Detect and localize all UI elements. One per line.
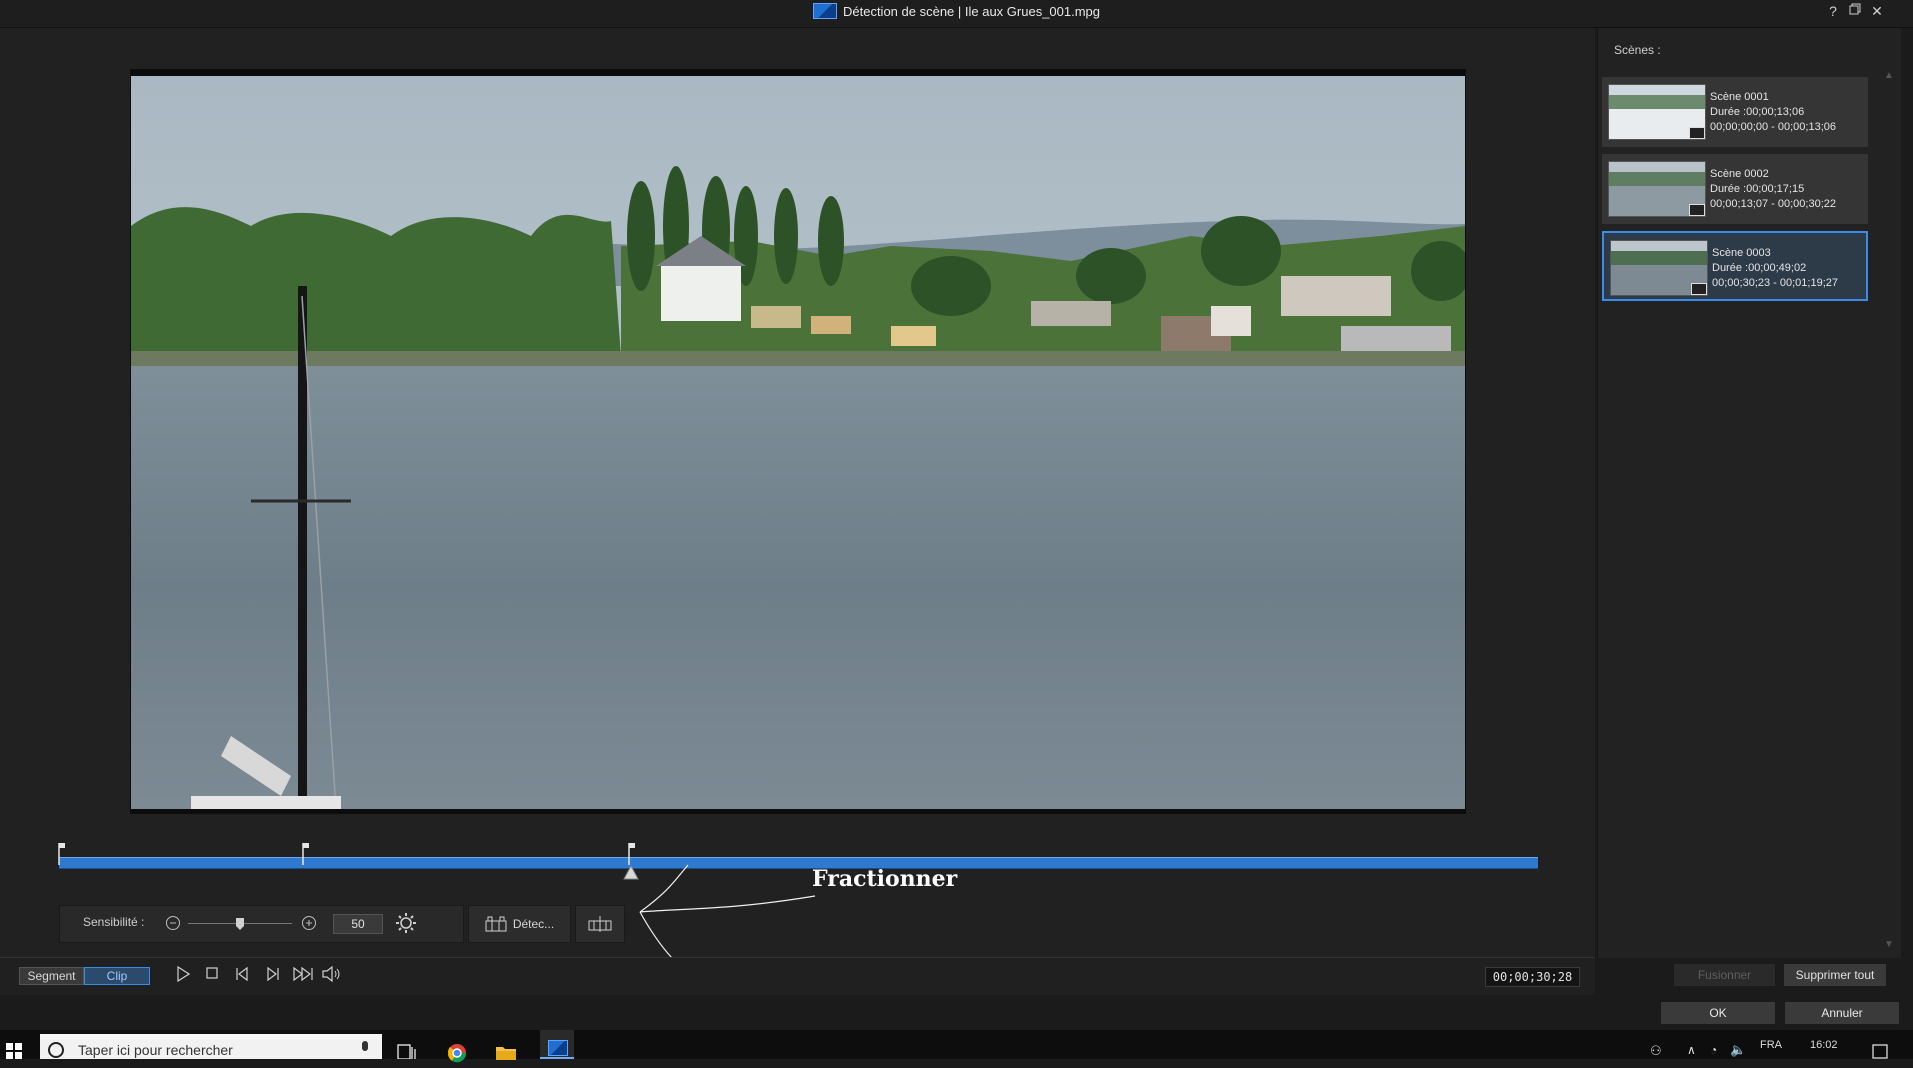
volume-button[interactable] bbox=[321, 965, 343, 986]
scene-duration: Durée :00;00;13;06 bbox=[1710, 106, 1805, 118]
scene-range: 00;00;00;00 - 00;00;13;06 bbox=[1710, 121, 1836, 133]
annotation-label: Fractionner bbox=[812, 866, 958, 892]
merge-button[interactable]: Fusionner bbox=[1673, 963, 1776, 987]
video-frame-image bbox=[131, 76, 1465, 809]
minus-circle-icon[interactable] bbox=[165, 915, 181, 931]
delete-all-button[interactable]: Supprimer tout bbox=[1783, 963, 1887, 987]
stop-icon bbox=[206, 967, 218, 979]
people-icon[interactable]: ⚇ bbox=[1650, 1043, 1662, 1059]
play-button[interactable] bbox=[172, 965, 194, 986]
detect-button[interactable]: Détec... bbox=[468, 905, 571, 943]
window-title: Détection de scène | Ile aux Grues_001.m… bbox=[842, 3, 1101, 19]
segment-toggle[interactable]: Segment bbox=[19, 967, 84, 985]
scene-card[interactable]: Scène 0002 Durée :00;00;17;15 00;00;13;07 … bbox=[1602, 154, 1868, 224]
scroll-up-icon[interactable]: ▲ bbox=[1883, 70, 1895, 81]
restore-button[interactable] bbox=[1844, 2, 1866, 20]
scene-range: 00;00;13;07 - 00;00;30;22 bbox=[1710, 198, 1836, 210]
prev-frame-icon bbox=[236, 966, 248, 982]
scenes-header: Scènes : bbox=[1614, 43, 1661, 57]
chrome-icon[interactable] bbox=[447, 1043, 467, 1063]
timecode-display: 00;00;30;28 bbox=[1485, 967, 1580, 987]
scene-range: 00;00;30;23 - 00;01;19;27 bbox=[1712, 277, 1838, 289]
language-indicator[interactable]: FRA bbox=[1760, 1039, 1782, 1051]
scenes-scrollbar[interactable]: ▲ ▼ bbox=[1883, 70, 1895, 950]
sensitivity-value-field[interactable]: 50 bbox=[333, 914, 383, 934]
ok-button[interactable]: OK bbox=[1660, 1001, 1776, 1025]
app-logo-icon bbox=[812, 3, 837, 19]
fast-forward-button[interactable] bbox=[292, 966, 314, 986]
clock[interactable]: 16:02 bbox=[1810, 1039, 1838, 1051]
task-view-icon[interactable] bbox=[397, 1042, 417, 1060]
detect-button-label: Détec... bbox=[512, 917, 555, 931]
plus-circle-icon[interactable] bbox=[301, 915, 317, 931]
cancel-button[interactable]: Annuler bbox=[1784, 1001, 1900, 1025]
next-frame-button[interactable] bbox=[262, 966, 284, 986]
powerdirector-taskbar-button[interactable] bbox=[540, 1030, 574, 1059]
play-icon bbox=[177, 965, 191, 983]
gear-icon[interactable] bbox=[395, 912, 417, 934]
tray-expand-icon[interactable]: ∧ bbox=[1687, 1043, 1696, 1057]
restore-icon bbox=[1849, 3, 1861, 15]
dialog-footer bbox=[0, 995, 1913, 1030]
film-strip-icon bbox=[1689, 127, 1705, 139]
network-icon[interactable]: ◔ bbox=[1710, 1043, 1717, 1057]
scene-marker[interactable] bbox=[58, 843, 68, 865]
scene-card[interactable]: Scène 0003 Durée :00;00;49;02 00;00;30;23 … bbox=[1602, 231, 1868, 301]
video-preview bbox=[131, 76, 1465, 809]
windows-start-icon[interactable] bbox=[6, 1041, 24, 1059]
detect-icon bbox=[485, 916, 507, 932]
sensitivity-slider-thumb[interactable] bbox=[236, 917, 244, 930]
film-strip-icon bbox=[1691, 283, 1707, 295]
file-explorer-icon[interactable] bbox=[495, 1044, 517, 1060]
taskbar-search-placeholder: Taper ici pour rechercher bbox=[78, 1042, 233, 1058]
taskbar-search[interactable]: Taper ici pour rechercher bbox=[40, 1034, 382, 1059]
volume-icon bbox=[322, 965, 340, 983]
window-title-area: Détection de scène | Ile aux Grues_001.m… bbox=[0, 0, 1913, 22]
notifications-icon[interactable] bbox=[1872, 1044, 1888, 1059]
prev-frame-button[interactable] bbox=[231, 966, 253, 986]
film-strip-icon bbox=[1689, 204, 1705, 216]
fast-forward-icon bbox=[293, 966, 313, 982]
scene-marker[interactable] bbox=[302, 843, 312, 865]
help-button[interactable]: ? bbox=[1822, 2, 1844, 20]
scene-duration: Durée :00;00;49;02 bbox=[1712, 262, 1807, 274]
powerdirector-icon bbox=[548, 1040, 568, 1056]
close-button[interactable]: ✕ bbox=[1866, 2, 1888, 20]
scene-card[interactable]: Scène 0001 Durée :00;00;13;06 00;00;00;00 … bbox=[1602, 77, 1868, 147]
scene-name: Scène 0003 bbox=[1712, 247, 1771, 259]
scene-duration: Durée :00;00;17;15 bbox=[1710, 183, 1805, 195]
annotation-arrow bbox=[630, 860, 830, 960]
scene-name: Scène 0002 bbox=[1710, 168, 1769, 180]
scene-thumbnail bbox=[1610, 240, 1708, 296]
speaker-icon[interactable]: 🔈 bbox=[1730, 1042, 1746, 1058]
split-icon bbox=[588, 916, 612, 932]
scene-thumbnail bbox=[1608, 161, 1706, 217]
next-frame-icon bbox=[267, 966, 279, 982]
scene-name: Scène 0001 bbox=[1710, 91, 1769, 103]
split-button[interactable] bbox=[575, 905, 625, 943]
clip-toggle[interactable]: Clip bbox=[84, 967, 150, 985]
microphone-icon bbox=[362, 1041, 368, 1051]
stop-button[interactable] bbox=[201, 966, 223, 986]
sensitivity-label: Sensibilité : bbox=[83, 915, 145, 929]
scene-thumbnail bbox=[1608, 84, 1706, 140]
scroll-down-icon[interactable]: ▼ bbox=[1883, 939, 1895, 950]
